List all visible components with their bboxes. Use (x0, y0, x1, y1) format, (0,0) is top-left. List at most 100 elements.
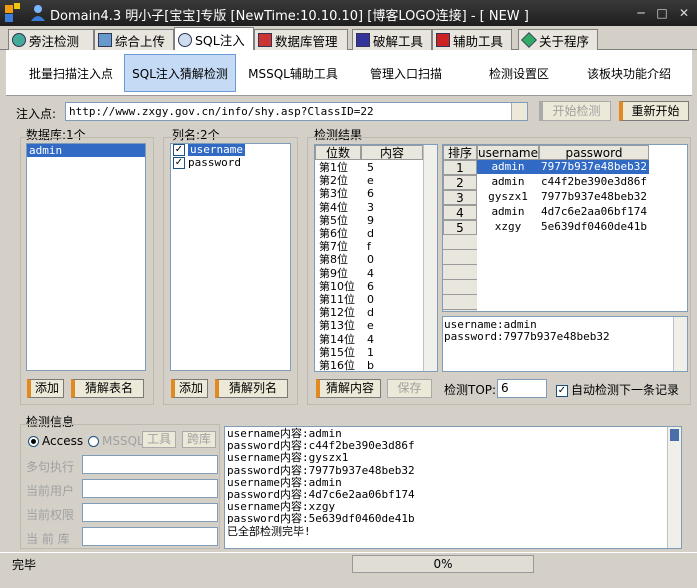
table-row[interactable]: 5 xzgy 5e639df0460de41b (443, 220, 649, 235)
content-cell: d (367, 306, 374, 320)
current-perm-input[interactable] (82, 503, 218, 522)
tab-db-manager[interactable]: 数据库管理 (254, 29, 348, 50)
tab-upload[interactable]: 综合上传 (94, 29, 174, 50)
position-scrollbar[interactable] (423, 145, 437, 371)
checkbox-checked-icon[interactable]: ✓ (173, 157, 185, 169)
results-table[interactable]: 排序 username password 1 admin 7977b937e48be… (442, 144, 688, 312)
position-cell: 第2位 (319, 174, 348, 188)
keyboard-icon (356, 33, 370, 47)
content-cell: 5 (367, 161, 374, 174)
log-line: username内容:gyszx1 (227, 451, 349, 465)
password-header: password (539, 145, 649, 160)
log-scrollbar[interactable] (667, 427, 681, 548)
globe-icon (12, 33, 26, 47)
save-button[interactable]: 保存 (387, 379, 432, 398)
minimize-button[interactable]: ─ (632, 4, 650, 22)
user-icon (31, 5, 45, 21)
multi-exec-input[interactable] (82, 455, 218, 474)
auto-detect-checkbox[interactable]: ✓ 自动检测下一条记录 (556, 381, 679, 398)
database-icon (258, 33, 272, 47)
row-number: 4 (443, 205, 477, 220)
content-cell: 6 (367, 187, 374, 201)
mssql-radio[interactable]: MSSQL (88, 434, 144, 448)
log-lines: username内容:admin password内容:c44f2be390e3d… (227, 427, 679, 538)
cross-db-button[interactable]: 跨库 (182, 431, 216, 448)
tab-about[interactable]: 关于程序 (518, 29, 598, 50)
window-bottom (0, 574, 697, 588)
position-row: 第9位 4 (319, 267, 419, 281)
position-cell: 第16位 (319, 359, 355, 372)
table-row[interactable]: 1 admin 7977b937e48beb32 (443, 160, 649, 175)
subtab-batch-scan[interactable]: 批量扫描注入点 (16, 54, 126, 92)
content-cell: 0 (367, 293, 374, 306)
position-cell: 第8位 (319, 253, 348, 267)
db-item[interactable]: admin (27, 144, 145, 157)
table-row[interactable]: 2 admin c44f2be390e3d86f (443, 175, 649, 190)
content-cell: e (367, 319, 374, 333)
tab-crack-tools[interactable]: 破解工具 (352, 29, 432, 50)
col-item[interactable]: ✓ password (171, 157, 290, 170)
maximize-button[interactable]: □ (653, 4, 671, 22)
position-cell: 第7位 (319, 240, 348, 254)
tab-side-injection[interactable]: 旁注检测 (8, 29, 94, 50)
sort-header: 排序 (443, 145, 477, 160)
url-dropdown-scroll[interactable] (511, 103, 527, 120)
log-text[interactable]: username内容:admin password内容:c44f2be390e3d… (224, 426, 682, 549)
restart-button[interactable]: 重新开始 (619, 101, 689, 121)
guess-columns-button[interactable]: 猜解列名 (215, 379, 288, 398)
checkbox-checked-icon[interactable]: ✓ (173, 144, 185, 156)
position-cell: 第1位 (319, 161, 348, 174)
subtab-intro[interactable]: 该板块功能介绍 (574, 54, 684, 92)
username-cell: gyszx1 (488, 190, 528, 203)
tab-sql-injection[interactable]: SQL注入 (174, 27, 254, 51)
content-cell: 1 (367, 345, 374, 359)
top-input[interactable]: 6 (497, 379, 547, 398)
radio-checked-icon[interactable] (28, 436, 39, 447)
tab-aux-tools[interactable]: 辅助工具 (432, 29, 512, 50)
subtab-admin-scan[interactable]: 管理入口扫描 (351, 54, 461, 92)
position-cell: 第4位 (319, 200, 348, 214)
log-line: password内容:7977b937e48beb32 (227, 463, 415, 477)
inject-url-input[interactable]: http://www.zxgy.gov.cn/info/shy.asp?Clas… (65, 102, 528, 121)
row-number: 2 (443, 175, 477, 190)
current-user-input[interactable] (82, 479, 218, 498)
close-button[interactable]: ✕ (675, 4, 693, 22)
position-cell: 第5位 (319, 213, 348, 227)
content-cell: f (367, 240, 371, 254)
password-cell: c44f2be390e3d86f (541, 175, 647, 188)
cols-add-button[interactable]: 添加 (171, 379, 208, 398)
current-db-label: 当 前 库 (26, 532, 70, 546)
chart-icon (98, 33, 112, 47)
position-grid[interactable]: 位数 内容 第1位 5 第2位 e 第3位 6 第4位 3 第5位 9 第6位 d 第7位 f 第8位 0 第9… (314, 144, 438, 372)
guess-content-button[interactable]: 猜解内容 (316, 379, 381, 398)
position-cell: 第13位 (319, 319, 355, 333)
current-db-input[interactable] (82, 527, 218, 546)
db-add-button[interactable]: 添加 (27, 379, 64, 398)
db-list[interactable]: admin (26, 143, 146, 371)
window-title: Domain4.3 明小子[宝宝]专版 [NewTime:10.10.10] [… (50, 9, 529, 24)
detail-text[interactable]: username:admin password:7977b937e48beb32 (442, 316, 688, 372)
access-radio[interactable]: Access (28, 434, 83, 448)
title-bar: Domain4.3 明小子[宝宝]专版 [NewTime:10.10.10] [… (0, 0, 697, 26)
log-line: password内容:5e639df0460de41b (227, 512, 415, 526)
guess-tables-button[interactable]: 猜解表名 (71, 379, 144, 398)
content-cell: d (367, 227, 374, 240)
subtab-settings[interactable]: 检测设置区 (464, 54, 574, 92)
username-cell: admin (477, 160, 539, 174)
table-row[interactable]: 3 gyszx1 7977b937e48beb32 (443, 190, 649, 205)
search-icon (178, 32, 192, 47)
content-cell: e (367, 174, 374, 188)
subtab-mssql-tools[interactable]: MSSQL辅助工具 (238, 54, 348, 92)
row-number: 5 (443, 220, 477, 235)
radio-unchecked-icon[interactable] (88, 436, 99, 447)
detail-scrollbar[interactable] (673, 317, 687, 371)
scroll-thumb[interactable] (670, 429, 679, 441)
username-cell: admin (491, 175, 525, 188)
inject-label: 注入点: (16, 107, 57, 121)
cols-list[interactable]: ✓ username ✓ password (170, 143, 291, 371)
tools-button[interactable]: 工具 (142, 431, 176, 448)
table-row[interactable]: 4 admin 4d7c6e2aa06bf174 (443, 205, 649, 220)
start-detect-button[interactable]: 开始检测 (539, 101, 611, 121)
checkbox-checked-icon[interactable]: ✓ (556, 384, 568, 397)
subtab-sql-guess[interactable]: SQL注入猜解检测 (124, 54, 236, 92)
